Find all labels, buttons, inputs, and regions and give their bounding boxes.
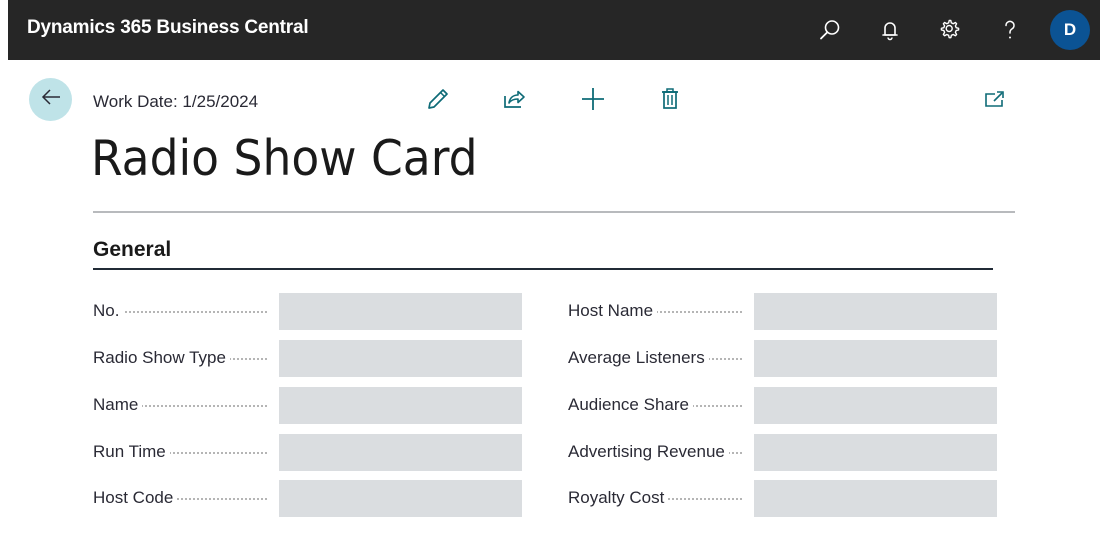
open-new-window-button[interactable]: [980, 87, 1008, 115]
host-name-input[interactable]: [754, 293, 997, 330]
field-run-time: Run Time: [93, 434, 522, 471]
title-divider: [93, 211, 1015, 213]
no-input[interactable]: [279, 293, 522, 330]
arrow-left-icon: [40, 86, 62, 113]
average-listeners-input[interactable]: [754, 340, 997, 377]
share-icon: [502, 87, 526, 116]
back-button[interactable]: [29, 78, 72, 121]
edit-button[interactable]: [424, 87, 452, 115]
field-host-code: Host Code: [93, 480, 522, 517]
field-advertising-revenue: Advertising Revenue: [568, 434, 997, 471]
section-title-general[interactable]: General: [93, 238, 171, 262]
app-title[interactable]: Dynamics 365 Business Central: [27, 17, 309, 39]
work-date[interactable]: Work Date: 1/25/2024: [93, 92, 258, 112]
field-label: Name: [93, 395, 143, 415]
radio-show-type-input[interactable]: [279, 340, 522, 377]
field-average-listeners: Average Listeners: [568, 340, 997, 377]
search-button[interactable]: [814, 14, 846, 46]
settings-button[interactable]: [934, 14, 966, 46]
advertising-revenue-input[interactable]: [754, 434, 997, 471]
field-label: Run Time: [93, 442, 170, 462]
field-label: Advertising Revenue: [568, 442, 729, 462]
delete-icon: [658, 87, 682, 116]
field-label: Host Code: [93, 488, 178, 508]
page-title: Radio Show Card: [91, 130, 478, 187]
run-time-input[interactable]: [279, 434, 522, 471]
user-avatar[interactable]: D: [1050, 10, 1090, 50]
delete-button[interactable]: [656, 87, 684, 115]
notifications-button[interactable]: [874, 14, 906, 46]
field-no: No.: [93, 293, 522, 330]
royalty-cost-input[interactable]: [754, 480, 997, 517]
help-button[interactable]: [994, 14, 1026, 46]
edit-icon: [426, 87, 450, 116]
field-host-name: Host Name: [568, 293, 997, 330]
top-navigation-bar: Dynamics 365 Business Central D: [8, 0, 1100, 60]
gear-icon: [938, 18, 962, 42]
new-icon: [581, 87, 605, 116]
help-icon: [998, 18, 1022, 42]
field-label: Audience Share: [568, 395, 693, 415]
field-royalty-cost: Royalty Cost: [568, 480, 997, 517]
search-icon: [818, 18, 842, 42]
name-input[interactable]: [279, 387, 522, 424]
bell-icon: [878, 18, 902, 42]
field-label: No.: [93, 301, 124, 321]
field-label: Average Listeners: [568, 348, 709, 368]
field-label: Royalty Cost: [568, 488, 669, 508]
field-label: Radio Show Type: [93, 348, 230, 368]
field-name: Name: [93, 387, 522, 424]
section-divider: [93, 268, 993, 270]
audience-share-input[interactable]: [754, 387, 997, 424]
field-audience-share: Audience Share: [568, 387, 997, 424]
field-label: Host Name: [568, 301, 658, 321]
share-button[interactable]: [500, 87, 528, 115]
pop-out-icon: [983, 88, 1005, 115]
new-button[interactable]: [579, 87, 607, 115]
field-radio-show-type: Radio Show Type: [93, 340, 522, 377]
host-code-input[interactable]: [279, 480, 522, 517]
